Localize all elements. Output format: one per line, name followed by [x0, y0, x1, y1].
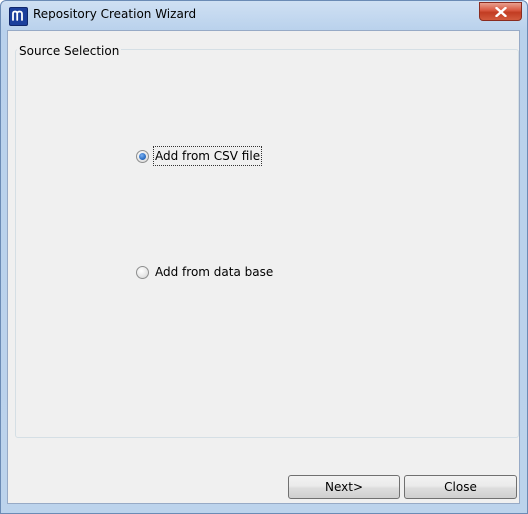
source-selection-group	[15, 49, 519, 438]
database-option-label[interactable]: Add from data base	[155, 264, 273, 280]
group-title: Source Selection	[17, 44, 122, 58]
csv-radio[interactable]	[136, 149, 149, 163]
close-button[interactable]: Close	[404, 475, 517, 499]
close-icon	[495, 7, 507, 17]
app-logo-icon	[9, 7, 28, 26]
database-radio[interactable]	[136, 265, 149, 279]
window-title: Repository Creation Wizard	[33, 7, 197, 21]
csv-option-label[interactable]: Add from CSV file	[152, 146, 263, 166]
next-button[interactable]: Next>	[288, 475, 400, 499]
window-close-button[interactable]	[479, 2, 522, 21]
database-option[interactable]: Add from data base	[136, 263, 273, 281]
title-bar[interactable]: Repository Creation Wizard	[1, 1, 527, 31]
csv-option[interactable]: Add from CSV file	[136, 146, 263, 166]
